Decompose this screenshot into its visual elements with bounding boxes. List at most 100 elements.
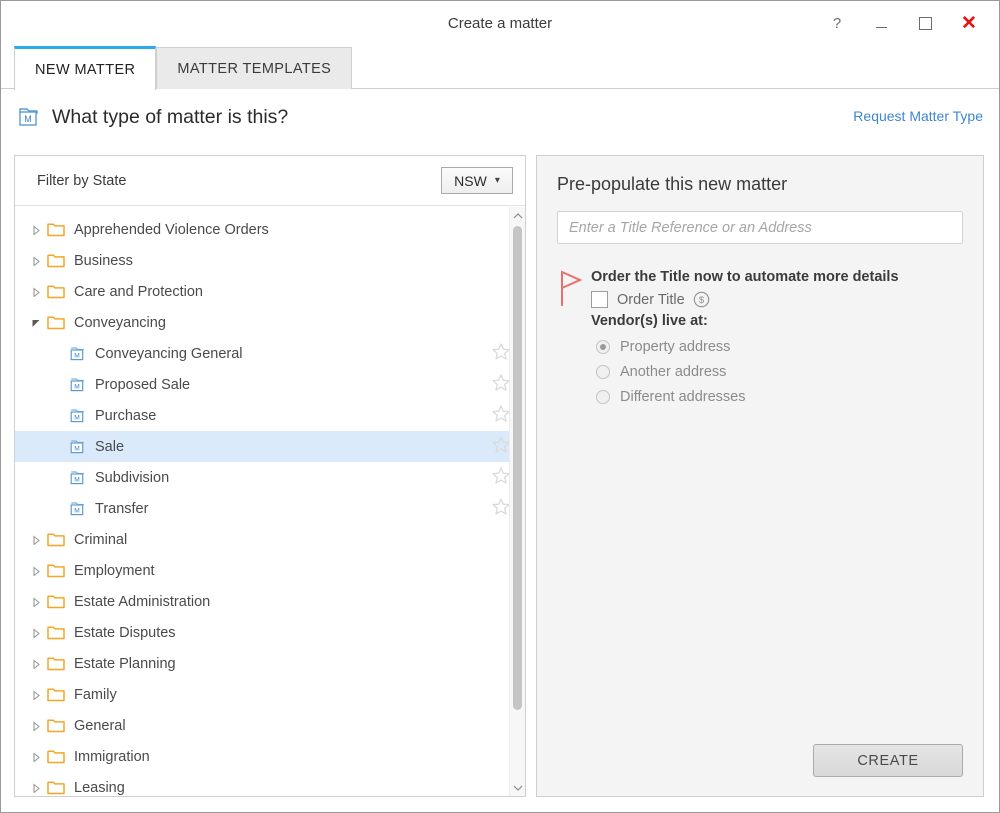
dollar-circle-icon[interactable]: $ [693,291,710,308]
tree-item-label: General [74,718,525,734]
order-title-block: Order the Title now to automate more det… [557,266,963,409]
expand-arrow-closed-icon[interactable] [25,690,47,700]
svg-text:M: M [74,476,80,483]
tree-item-label: Employment [74,563,525,579]
tree-item[interactable]: Estate Planning [15,648,525,679]
expand-arrow-closed-icon[interactable] [25,783,47,793]
radio-another-address-label: Another address [620,364,726,380]
tree-item-label: Immigration [74,749,525,765]
flag-icon [557,268,585,310]
pre-populate-title: Pre-populate this new matter [557,174,963,195]
folder-icon [47,532,65,547]
pre-populate-panel: Pre-populate this new matter Order the T… [536,155,984,797]
tree-item[interactable]: M Sale [15,431,525,462]
tab-new-matter-label: NEW MATTER [35,62,135,78]
tree-item-label: Apprehended Violence Orders [74,222,525,238]
tree-item[interactable]: MProposed Sale [15,369,525,400]
title-bar: Create a matter ? ✕ [1,1,999,46]
scroll-down-icon[interactable] [510,779,525,796]
tree-item-label: Purchase [95,408,491,424]
tree-item[interactable]: Apprehended Violence Orders [15,214,525,245]
radio-another-address-button[interactable] [596,365,610,379]
order-title-heading: Order the Title now to automate more det… [591,269,963,285]
tree-item[interactable]: Employment [15,555,525,586]
radio-property-address-button[interactable] [596,340,610,354]
folder-icon [47,625,65,640]
tree-item-label: Subdivision [95,470,491,486]
scroll-up-icon[interactable] [510,207,525,224]
tree-item-label: Sale [95,439,491,455]
state-select[interactable]: NSW ▾ [441,167,513,194]
order-title-checkbox-row: Order Title $ [591,291,963,308]
svg-text:M: M [74,414,80,421]
svg-text:M: M [74,352,80,359]
expand-arrow-closed-icon[interactable] [25,225,47,235]
tree-item[interactable]: Business [15,245,525,276]
folder-icon [47,687,65,702]
expand-arrow-closed-icon[interactable] [25,721,47,731]
expand-arrow-closed-icon[interactable] [25,566,47,576]
tree-item-label: Family [74,687,525,703]
help-button[interactable]: ? [815,7,859,39]
radio-different-addresses-button[interactable] [596,390,610,404]
request-matter-type-link[interactable]: Request Matter Type [853,108,983,124]
tree-item[interactable]: Estate Disputes [15,617,525,648]
folder-icon [47,563,65,578]
matter-type-tree-panel: Filter by State NSW ▾ Apprehended Violen… [14,155,526,797]
state-select-value: NSW [454,173,487,189]
tree-scrollbar[interactable] [509,207,525,796]
expand-arrow-closed-icon[interactable] [25,659,47,669]
expand-arrow-closed-icon[interactable] [25,752,47,762]
expand-arrow-closed-icon[interactable] [25,256,47,266]
expand-arrow-closed-icon[interactable] [25,287,47,297]
tree-item[interactable]: Leasing [15,772,525,796]
svg-text:M: M [74,445,80,452]
folder-icon [47,253,65,268]
expand-arrow-open-icon[interactable] [25,318,47,328]
matter-type-icon: M [69,470,86,486]
tree-item-label: Leasing [74,780,525,796]
tree-item[interactable]: Estate Administration [15,586,525,617]
radio-different-addresses[interactable]: Different addresses [591,384,963,409]
matter-type-icon: M [69,501,86,517]
scrollbar-thumb[interactable] [513,226,522,710]
tree-item[interactable]: M Conveyancing General [15,338,525,369]
vendor-live-at-heading: Vendor(s) live at: [591,313,963,329]
minimize-button[interactable] [859,7,903,39]
tree-item-label: Conveyancing General [95,346,491,362]
radio-property-address[interactable]: Property address [591,334,963,359]
tree-scroll-area: Apprehended Violence Orders Business Care … [15,206,525,796]
tree-item[interactable]: Family [15,679,525,710]
tree-item[interactable]: M Purchase [15,400,525,431]
expand-arrow-closed-icon[interactable] [25,628,47,638]
tree-item[interactable]: M Subdivision [15,462,525,493]
expand-arrow-closed-icon[interactable] [25,535,47,545]
tree-item[interactable]: Care and Protection [15,276,525,307]
svg-text:$: $ [699,295,705,306]
tab-matter-templates[interactable]: MATTER TEMPLATES [156,47,352,89]
scrollbar-track[interactable] [510,224,525,779]
create-button[interactable]: CREATE [813,744,963,777]
expand-arrow-closed-icon[interactable] [25,597,47,607]
order-title-checkbox[interactable] [591,291,608,308]
tree-item[interactable]: Immigration [15,741,525,772]
title-reference-input[interactable] [557,211,963,244]
tree-item[interactable]: Criminal [15,524,525,555]
tree-item[interactable]: General [15,710,525,741]
tab-bar: NEW MATTER MATTER TEMPLATES [1,46,999,89]
folder-icon [47,222,65,237]
page-title: What type of matter is this? [52,106,288,129]
svg-text:M: M [74,507,80,514]
tree-item-label: Business [74,253,525,269]
maximize-button[interactable] [903,7,947,39]
tree-item-label: Estate Disputes [74,625,525,641]
radio-another-address[interactable]: Another address [591,359,963,384]
tab-matter-templates-label: MATTER TEMPLATES [177,61,331,77]
tree-item-label: Conveyancing [74,315,525,331]
matter-type-icon: M [17,106,41,128]
matter-type-tree: Apprehended Violence Orders Business Care … [15,206,525,796]
close-button[interactable]: ✕ [947,7,991,39]
tab-new-matter[interactable]: NEW MATTER [14,46,156,90]
tree-item[interactable]: MTransfer [15,493,525,524]
tree-item[interactable]: Conveyancing [15,307,525,338]
